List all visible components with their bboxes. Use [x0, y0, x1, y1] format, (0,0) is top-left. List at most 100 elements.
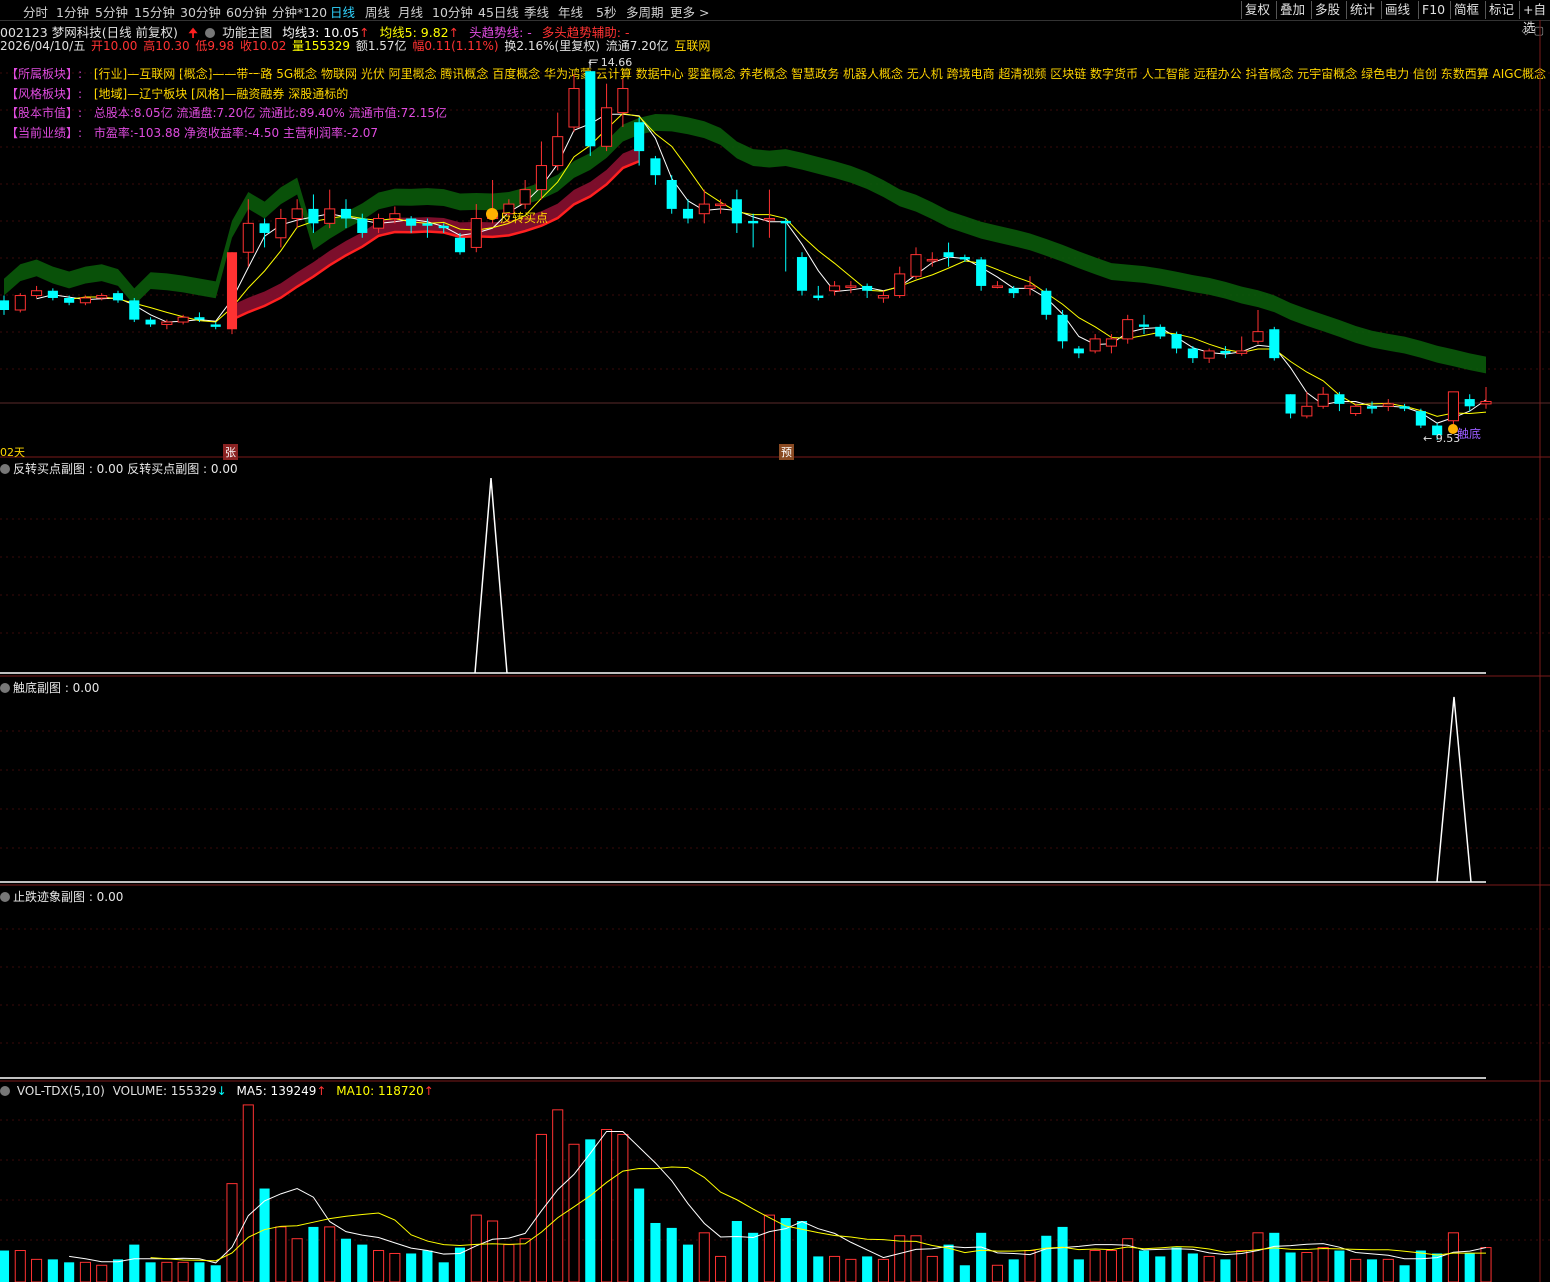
candle-body	[1464, 399, 1475, 407]
volume-bar	[1350, 1258, 1362, 1282]
candle-body	[862, 285, 873, 291]
candle-body	[470, 218, 482, 248]
candle-body	[1122, 319, 1134, 340]
candle-body	[14, 295, 26, 311]
candle-body	[1447, 391, 1459, 422]
yu-marker[interactable]: 预	[779, 444, 794, 460]
volume-bar	[862, 1256, 873, 1282]
candle-body	[698, 203, 710, 215]
zhang-marker[interactable]: 张	[223, 444, 238, 460]
volume-bar	[389, 1252, 401, 1282]
volume-bar	[31, 1258, 43, 1282]
volume-bar	[308, 1226, 319, 1282]
volume-bar	[422, 1250, 433, 1282]
candle-body	[829, 285, 841, 292]
sub1-toggle-icon[interactable]	[0, 464, 10, 474]
volume-bar	[64, 1262, 75, 1282]
candle-body	[145, 319, 156, 325]
volume-bar	[47, 1259, 58, 1282]
candle-body	[308, 208, 319, 224]
candle-body	[357, 218, 368, 233]
vol-toggle-icon[interactable]	[0, 1086, 10, 1096]
candle-body	[780, 220, 791, 224]
sub2-title: 触底副图 : 0.00	[13, 681, 100, 695]
volume-bar	[1269, 1232, 1280, 1282]
sub1-spike	[474, 477, 508, 674]
candle-body	[1057, 314, 1068, 342]
vol-ma5-arrow-icon: ↑	[316, 1084, 327, 1098]
volume-bar	[14, 1250, 26, 1282]
candle-body	[682, 208, 694, 219]
volume-bar	[634, 1188, 645, 1282]
candle-body	[585, 71, 596, 147]
volume-bar	[763, 1214, 775, 1282]
candle-body	[568, 88, 580, 128]
candle-body	[389, 213, 401, 220]
candle-body	[1415, 411, 1426, 426]
candle-body	[129, 300, 140, 320]
volume-bar	[324, 1226, 336, 1282]
vol-ma10-arrow-icon: ↑	[423, 1084, 434, 1098]
sub3-title: 止跌迹象副图 : 0.00	[13, 890, 124, 904]
candle-body	[715, 203, 727, 207]
volume-bar	[601, 1129, 613, 1282]
bottom-signal-label: 触底	[1457, 427, 1482, 441]
candle-body	[894, 273, 906, 297]
candle-body	[1317, 393, 1329, 407]
candle-body	[242, 222, 254, 253]
candle-body	[666, 180, 677, 209]
sub3-toggle-icon[interactable]	[0, 892, 10, 902]
candle-body	[1350, 405, 1362, 415]
candle-body	[877, 295, 889, 299]
vol-indicator-name[interactable]: VOL-TDX(5,10)	[17, 1084, 105, 1098]
sub2-title-row: 触底副图 : 0.00	[0, 679, 99, 696]
volume-bar	[291, 1238, 303, 1282]
volume-bar	[1057, 1226, 1068, 1282]
candle-body	[0, 300, 10, 310]
volume-bar	[1382, 1258, 1394, 1282]
candle-body	[79, 297, 91, 304]
volume-bar	[1073, 1259, 1084, 1282]
volume-bar	[340, 1238, 352, 1282]
volume-bar	[568, 1143, 580, 1282]
candle-body	[1269, 329, 1280, 359]
candle-body	[1382, 403, 1394, 407]
volume-bar	[1317, 1247, 1329, 1282]
volume-bar	[96, 1264, 108, 1282]
volume-bar	[617, 1133, 629, 1282]
candle-body	[406, 218, 417, 226]
candle-body	[31, 290, 43, 297]
volume-bar	[357, 1244, 368, 1282]
volume-bar	[1236, 1250, 1248, 1282]
volume-bar	[1105, 1250, 1117, 1282]
buy-signal-icon	[486, 208, 498, 220]
volume-bar	[650, 1222, 661, 1282]
volume-bar	[1203, 1255, 1215, 1282]
candle-body	[1301, 405, 1313, 417]
candle-body	[373, 218, 385, 229]
volume-bar	[682, 1244, 694, 1282]
candle-body	[731, 199, 742, 224]
volume-bar	[976, 1232, 987, 1282]
volume-bar	[161, 1261, 173, 1282]
candle-body	[796, 257, 808, 291]
candle-body	[1073, 348, 1084, 354]
candle-body	[763, 218, 775, 221]
candle-body	[1138, 324, 1150, 327]
volume-bar	[79, 1261, 91, 1282]
buy-signal-label: 反转买点	[500, 211, 549, 225]
candle-body	[64, 297, 75, 303]
candle-body	[47, 290, 58, 298]
candle-body	[634, 122, 645, 152]
volume-bar	[1285, 1252, 1296, 1282]
volume-bar	[666, 1227, 677, 1282]
candle-body	[1399, 406, 1410, 409]
candle-body	[454, 237, 466, 253]
candle-body	[601, 107, 613, 147]
candle-body	[1024, 285, 1036, 289]
sub2-toggle-icon[interactable]	[0, 683, 10, 693]
candle-body	[1285, 394, 1296, 414]
volume-bar	[845, 1258, 857, 1282]
candle-body	[845, 285, 857, 288]
volume-bar	[194, 1262, 205, 1282]
